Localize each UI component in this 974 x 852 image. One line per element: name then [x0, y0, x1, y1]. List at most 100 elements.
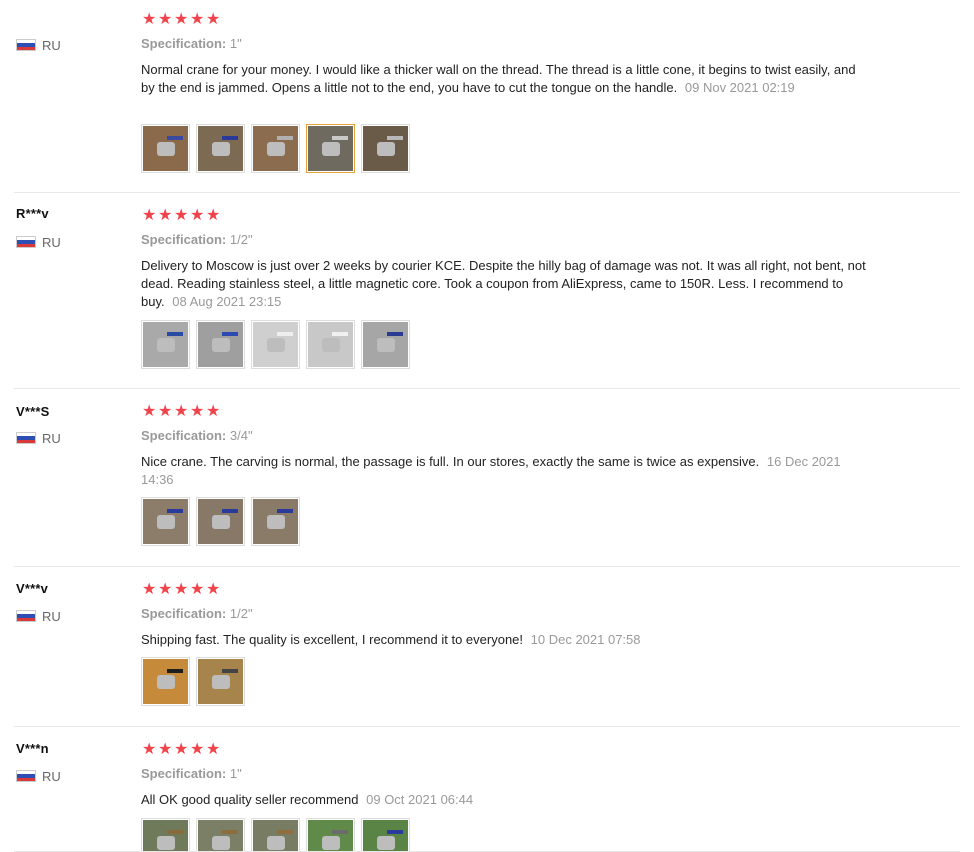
star-icon: ★: [142, 207, 157, 224]
review-photo-thumbnail[interactable]: [306, 320, 355, 369]
russia-flag-icon: [16, 39, 36, 51]
review-photo-thumbnail[interactable]: [141, 657, 190, 706]
review-item: RU ★ ★ ★ ★ ★ Specification: 1" Normal crane for…: [0, 0, 960, 193]
star-icon: ★: [190, 207, 205, 224]
star-icon: ★: [158, 403, 173, 420]
review-photo-thumbnail[interactable]: [196, 320, 245, 369]
star-icon: ★: [206, 581, 221, 598]
star-rating: ★ ★ ★ ★ ★: [142, 581, 222, 599]
review-photo-thumbnail[interactable]: [361, 124, 410, 173]
country-code: RU: [42, 37, 61, 53]
photo-image: [253, 322, 298, 367]
photo-image: [253, 499, 298, 544]
reviewer-country: RU: [16, 768, 61, 784]
russia-flag-icon: [16, 236, 36, 248]
photo-image: [143, 126, 188, 171]
star-rating: ★ ★ ★ ★ ★: [142, 403, 222, 421]
star-icon: ★: [206, 741, 221, 758]
specification-value: 1/2": [229, 606, 253, 621]
specification: Specification: 1/2": [141, 606, 253, 621]
star-icon: ★: [158, 11, 173, 28]
specification-value: 1": [229, 766, 242, 781]
country-code: RU: [42, 768, 61, 784]
review-photos: [141, 657, 251, 706]
review-photo-thumbnail[interactable]: [141, 497, 190, 546]
star-icon: ★: [190, 741, 205, 758]
photo-image: [253, 126, 298, 171]
country-code: RU: [42, 234, 61, 250]
specification: Specification: 1": [141, 36, 242, 51]
review-body: Shipping fast. The quality is excellent,…: [141, 632, 524, 647]
photo-image: [198, 499, 243, 544]
star-rating: ★ ★ ★ ★ ★: [142, 741, 222, 759]
russia-flag-icon: [16, 432, 36, 444]
russia-flag-icon: [16, 610, 36, 622]
photo-image: [363, 322, 408, 367]
specification-label: Specification:: [141, 766, 227, 781]
review-photo-thumbnail[interactable]: [141, 818, 190, 852]
star-icon: ★: [174, 741, 189, 758]
specification: Specification: 1": [141, 766, 242, 781]
specification-label: Specification:: [141, 36, 227, 51]
review-text: All OK good quality seller recommend 09 …: [141, 791, 866, 809]
star-rating: ★ ★ ★ ★ ★: [142, 11, 222, 29]
reviewer-name: V***n: [16, 741, 49, 756]
star-icon: ★: [206, 207, 221, 224]
review-photo-thumbnail[interactable]: [196, 124, 245, 173]
review-text: Nice crane. The carving is normal, the p…: [141, 453, 866, 489]
specification: Specification: 3/4": [141, 428, 253, 443]
star-icon: ★: [142, 403, 157, 420]
specification-value: 1/2": [229, 232, 253, 247]
review-date: 08 Aug 2021 23:15: [172, 294, 282, 309]
star-icon: ★: [142, 11, 157, 28]
photo-image: [198, 820, 243, 852]
review-photo-thumbnail[interactable]: [251, 320, 300, 369]
reviewer-name: V***S: [16, 404, 50, 419]
reviewer-country: RU: [16, 37, 61, 53]
star-icon: ★: [142, 581, 157, 598]
photo-image: [363, 126, 408, 171]
star-rating: ★ ★ ★ ★ ★: [142, 207, 222, 225]
review-date: 10 Dec 2021 07:58: [530, 632, 641, 647]
star-icon: ★: [206, 11, 221, 28]
star-icon: ★: [206, 403, 221, 420]
photo-image: [308, 322, 353, 367]
review-item: V***S RU ★ ★ ★ ★ ★ Specification: 3/4" Nice cran…: [0, 389, 960, 567]
review-photo-thumbnail[interactable]: [196, 818, 245, 852]
star-icon: ★: [174, 207, 189, 224]
photo-image: [308, 820, 353, 852]
reviewer-name: R***v: [16, 206, 49, 221]
reviewer-name: V***v: [16, 581, 49, 596]
star-icon: ★: [190, 403, 205, 420]
russia-flag-icon: [16, 770, 36, 782]
review-photo-thumbnail[interactable]: [251, 497, 300, 546]
review-photo-thumbnail[interactable]: [196, 497, 245, 546]
star-icon: ★: [158, 207, 173, 224]
review-photo-thumbnail[interactable]: [361, 320, 410, 369]
star-icon: ★: [174, 581, 189, 598]
photo-image: [308, 126, 353, 171]
star-icon: ★: [174, 11, 189, 28]
review-photo-thumbnail[interactable]: [141, 124, 190, 173]
photo-image: [363, 820, 408, 852]
specification: Specification: 1/2": [141, 232, 253, 247]
review-item: V***v RU ★ ★ ★ ★ ★ Specification: 1/2" Shipping …: [0, 567, 960, 727]
review-photos: [141, 320, 416, 369]
country-code: RU: [42, 608, 61, 624]
review-photos: [141, 497, 306, 546]
photo-image: [143, 820, 188, 852]
review-photo-thumbnail[interactable]: [251, 818, 300, 852]
review-photo-thumbnail[interactable]: [306, 818, 355, 852]
review-photo-thumbnail[interactable]: [306, 124, 355, 173]
review-date: 09 Nov 2021 02:19: [684, 80, 795, 95]
star-icon: ★: [190, 581, 205, 598]
review-date: 09 Oct 2021 06:44: [366, 792, 474, 807]
star-icon: ★: [158, 741, 173, 758]
review-photo-thumbnail[interactable]: [361, 818, 410, 852]
specification-value: 1": [229, 36, 242, 51]
photo-image: [143, 499, 188, 544]
review-photo-thumbnail[interactable]: [251, 124, 300, 173]
review-photo-thumbnail[interactable]: [141, 320, 190, 369]
review-text: Delivery to Moscow is just over 2 weeks …: [141, 257, 866, 311]
review-photo-thumbnail[interactable]: [196, 657, 245, 706]
